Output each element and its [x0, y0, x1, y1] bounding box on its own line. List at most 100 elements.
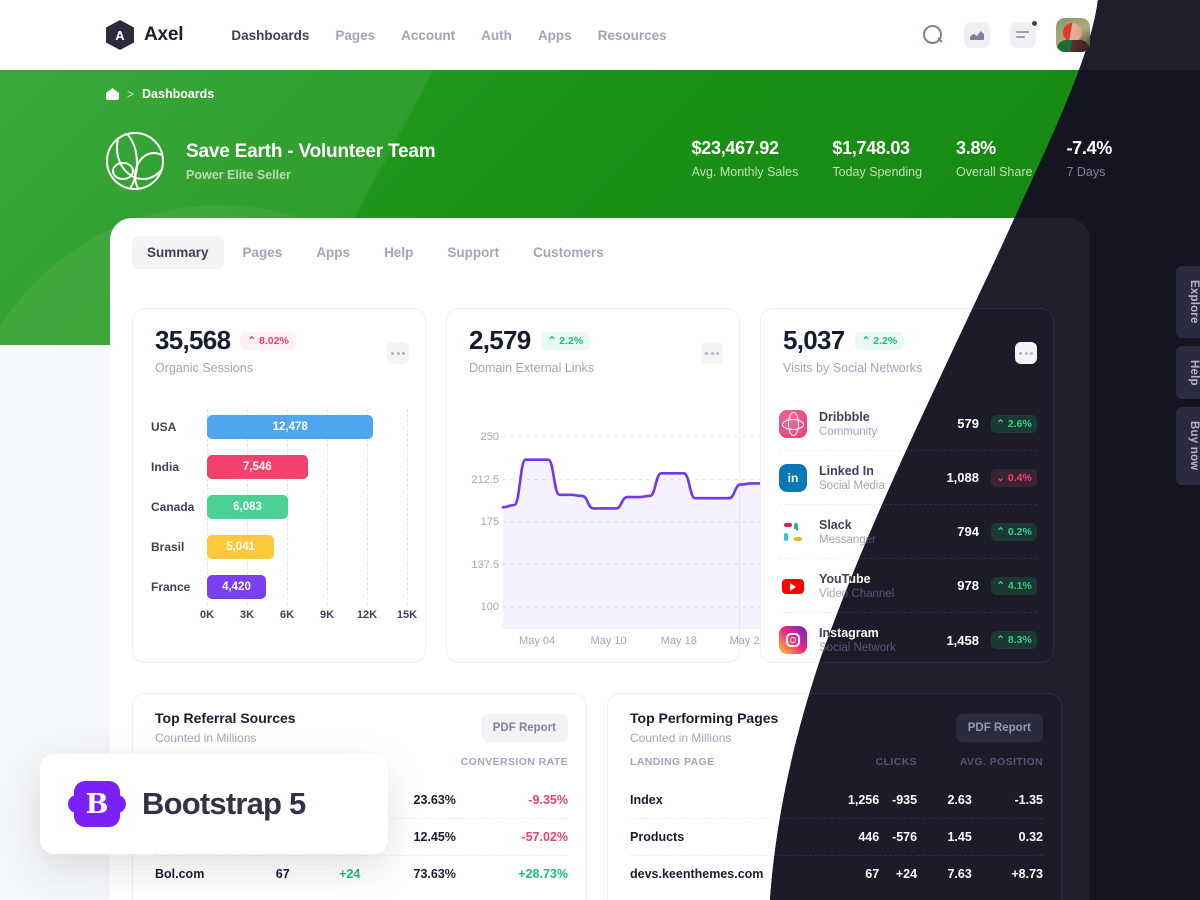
- card-caption: Domain External Links: [469, 361, 595, 375]
- referral-rate: 73.63%: [360, 855, 456, 892]
- notes-icon[interactable]: [1010, 20, 1038, 48]
- page-position: 2.63: [947, 793, 972, 807]
- bar[interactable]: 7,546: [207, 455, 308, 479]
- social-change-badge: ⌄ 0.4%: [991, 469, 1037, 487]
- nav-item-resources[interactable]: Resources: [598, 28, 667, 43]
- referral-sessions-delta: +24: [289, 855, 361, 892]
- breadcrumb-current[interactable]: Dashboards: [142, 87, 214, 101]
- tab-customers[interactable]: Customers: [518, 236, 619, 269]
- bar[interactable]: 5,041: [207, 535, 275, 559]
- brand-logo[interactable]: A Axel: [106, 20, 184, 50]
- tab-pages[interactable]: Pages: [228, 236, 298, 269]
- more-options-icon[interactable]: [387, 342, 409, 364]
- globe-icon: [106, 132, 164, 190]
- dribbble-icon: [779, 409, 807, 438]
- sidetab-buy-now[interactable]: Buy now: [1176, 407, 1200, 485]
- bar-row: France 4,420: [151, 575, 266, 599]
- links-stat-card: 2,579 ⌃ 2.2% Domain External Links 100 13…: [446, 308, 766, 663]
- nav-item-account[interactable]: Account: [401, 28, 455, 43]
- nav-item-dashboards[interactable]: Dashboards: [231, 28, 309, 43]
- area-chart-svg: [501, 436, 765, 629]
- bar-row: Canada 6,083: [151, 495, 289, 519]
- page-clicks: 67: [832, 856, 879, 893]
- social-name: Dribbble: [819, 409, 870, 424]
- card-headline: 2,579 ⌃ 2.2%: [469, 325, 591, 356]
- pdf-report-button[interactable]: PDF Report: [956, 714, 1043, 742]
- more-options-icon[interactable]: [701, 342, 723, 364]
- card-caption: Organic Sessions: [155, 361, 253, 375]
- main-nav: Dashboards Pages Account Auth Apps Resources: [231, 28, 666, 43]
- bar-category-label: Brasil: [151, 540, 185, 554]
- tab-summary[interactable]: Summary: [132, 236, 224, 269]
- bar-row: Brasil 5,041: [151, 535, 275, 559]
- sidetab-explore[interactable]: Explore: [1176, 266, 1200, 338]
- x-axis-tick: May 10: [590, 635, 627, 647]
- y-axis-tick: 175: [480, 516, 499, 528]
- bar[interactable]: 6,083: [207, 495, 289, 519]
- bar-category-label: USA: [151, 420, 177, 434]
- social-desc: Social Media: [819, 479, 885, 492]
- social-value: 1,088: [946, 470, 979, 485]
- referral-rate-delta: +28.73%: [455, 855, 568, 892]
- search-icon[interactable]: [922, 24, 944, 46]
- x-axis-tick: 0K: [199, 609, 215, 621]
- x-axis-tick: 12K: [356, 609, 378, 621]
- col-avg-position: AVG. POSITION: [959, 756, 1043, 768]
- page-clicks: 446: [832, 819, 879, 856]
- page-position-delta: +8.73: [972, 856, 1043, 893]
- social-change-badge: ⌃ 2.6%: [991, 415, 1037, 433]
- card-subtitle: Counted in Millions: [630, 731, 732, 745]
- linkedin-icon: in: [779, 463, 807, 492]
- hero-stat: 3.8% Overall Share: [956, 138, 1032, 179]
- card-headline: 5,037 ⌃ 2.2%: [783, 325, 905, 356]
- referral-rate-delta: -57.02%: [455, 818, 568, 856]
- nav-item-auth[interactable]: Auth: [481, 28, 512, 43]
- x-axis-tick: 3K: [239, 609, 255, 621]
- home-icon[interactable]: [106, 88, 119, 100]
- instagram-icon: [779, 626, 807, 654]
- hero-identity: Save Earth - Volunteer Team Power Elite …: [106, 132, 436, 190]
- page-title: Save Earth - Volunteer Team: [186, 140, 436, 162]
- user-avatar[interactable]: [1056, 18, 1090, 52]
- bootstrap-promo-card[interactable]: B Bootstrap 5: [40, 754, 388, 854]
- page-position: 1.45: [917, 819, 972, 856]
- card-title: Top Referral Sources: [155, 710, 296, 726]
- table-row[interactable]: Bol.com 67 +24 73.63% +28.73%: [155, 855, 568, 892]
- pdf-report-button[interactable]: PDF Report: [480, 714, 568, 742]
- referral-rate-delta: -9.35%: [528, 793, 568, 807]
- social-value: 579: [957, 416, 979, 431]
- referral-source: Bol.com: [155, 855, 251, 892]
- grid-line: [407, 409, 408, 605]
- hero-stat: $23,467.92 Avg. Monthly Sales: [692, 138, 799, 179]
- x-axis: 0K 3K 6K 9K 12K 15K: [200, 609, 417, 629]
- notification-dot-icon: [1031, 20, 1038, 27]
- bar-category-label: France: [151, 580, 191, 594]
- social-value: 1,458: [946, 632, 979, 648]
- organic-stat-card: 35,568 ⌃ 8.02% Organic Sessions USA 12,4…: [132, 308, 426, 663]
- activity-icon[interactable]: [964, 22, 990, 48]
- breadcrumb-separator: >: [127, 87, 135, 101]
- tab-apps[interactable]: Apps: [301, 236, 365, 269]
- y-axis-tick: 250: [480, 431, 499, 443]
- card-title: Top Performing Pages: [630, 710, 779, 726]
- card-value: 2,579: [469, 325, 531, 355]
- tab-support[interactable]: Support: [432, 236, 514, 269]
- bar[interactable]: 12,478: [207, 415, 374, 439]
- organic-sessions-bar-chart: USA 12,478 India 7,546 Canada 6,083 Bras…: [151, 409, 417, 649]
- nav-item-apps[interactable]: Apps: [538, 28, 572, 43]
- y-axis-tick: 100: [480, 601, 499, 613]
- sidetab-help[interactable]: Help: [1176, 345, 1200, 400]
- bootstrap-promo-label: Bootstrap 5: [142, 786, 306, 821]
- more-options-icon[interactable]: [1015, 342, 1037, 364]
- x-axis-tick: 6K: [279, 609, 295, 621]
- youtube-icon: [779, 571, 807, 600]
- col-conversion-rate: CONVERSION RATE: [460, 756, 568, 768]
- bar[interactable]: 4,420: [207, 575, 266, 599]
- nav-item-pages[interactable]: Pages: [335, 28, 375, 43]
- card-value: 35,568: [155, 325, 231, 355]
- card-change-badge: ⌃ 8.02%: [240, 331, 296, 350]
- tab-help[interactable]: Help: [369, 236, 428, 269]
- social-name: Slack: [819, 517, 852, 532]
- top-navigation-bar: A Axel Dashboards Pages Account Auth Apps Res…: [0, 0, 1200, 70]
- bar-value-label: 4,420: [222, 581, 251, 593]
